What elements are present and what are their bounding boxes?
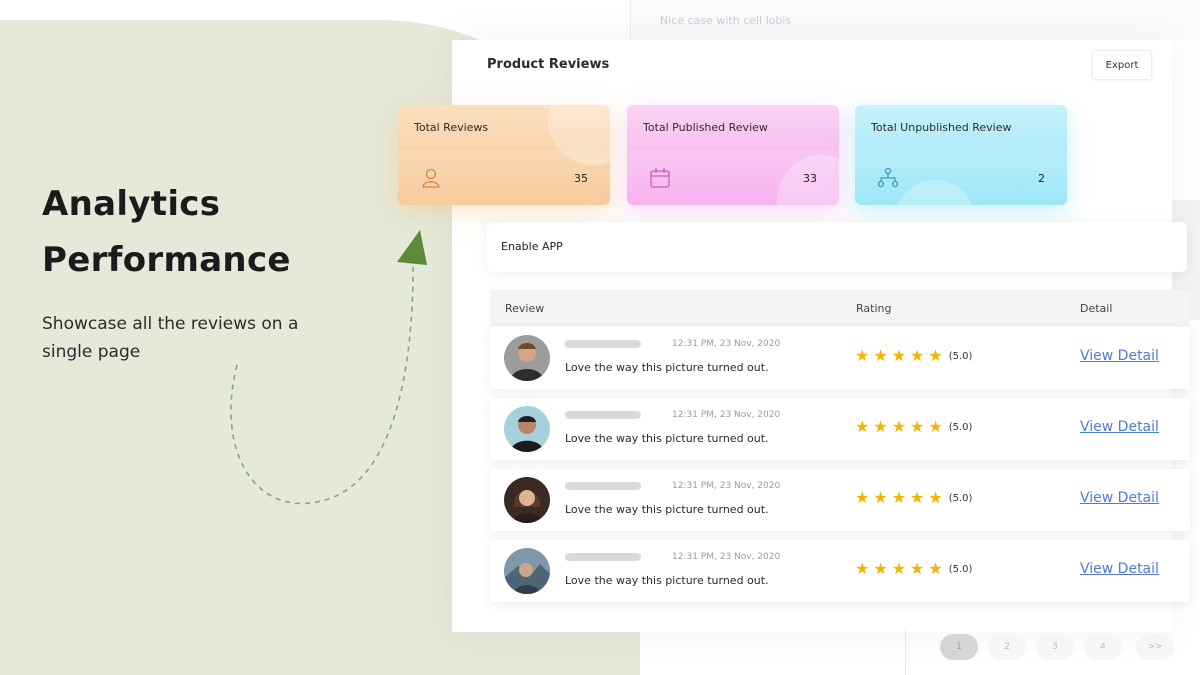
rating-stars: ★ ★ ★ ★ ★ (5.0) bbox=[855, 419, 972, 435]
page-button-next[interactable]: >> bbox=[1136, 634, 1174, 660]
rating-stars: ★ ★ ★ ★ ★ (5.0) bbox=[855, 561, 972, 577]
export-button[interactable]: Export bbox=[1092, 50, 1152, 80]
column-header-review: Review bbox=[505, 302, 545, 315]
reviewer-name-placeholder bbox=[565, 553, 641, 561]
stat-label: Total Published Review bbox=[643, 121, 768, 134]
stat-value: 33 bbox=[803, 172, 817, 185]
star-icon: ★ bbox=[910, 417, 925, 436]
table-row: 12:31 PM, 23 Nov, 2020 Love the way this… bbox=[490, 327, 1190, 389]
star-icon: ★ bbox=[855, 559, 870, 578]
stat-card-total-reviews: Total Reviews 35 bbox=[398, 105, 610, 205]
rating-stars: ★ ★ ★ ★ ★ (5.0) bbox=[855, 348, 972, 364]
review-timestamp: 12:31 PM, 23 Nov, 2020 bbox=[672, 339, 781, 349]
avatar bbox=[504, 406, 550, 452]
view-detail-link[interactable]: View Detail bbox=[1080, 561, 1159, 577]
stat-card-unpublished: Total Unpublished Review 2 bbox=[855, 105, 1067, 205]
star-icon: ★ bbox=[855, 346, 870, 365]
reviewer-name-placeholder bbox=[565, 482, 641, 490]
review-timestamp: 12:31 PM, 23 Nov, 2020 bbox=[672, 410, 781, 420]
star-icon: ★ bbox=[891, 488, 907, 507]
star-icon: ★ bbox=[928, 488, 943, 507]
star-icon: ★ bbox=[910, 488, 925, 507]
review-comment: Love the way this picture turned out. bbox=[565, 361, 769, 374]
page-button-3[interactable]: 3 bbox=[1036, 634, 1074, 660]
rating-value: (5.0) bbox=[948, 350, 973, 362]
avatar bbox=[504, 477, 550, 523]
star-icon: ★ bbox=[928, 417, 943, 436]
network-icon bbox=[877, 167, 899, 188]
star-icon: ★ bbox=[873, 488, 888, 507]
rating-stars: ★ ★ ★ ★ ★ (5.0) bbox=[855, 490, 972, 506]
stat-value: 2 bbox=[1038, 172, 1045, 185]
avatar bbox=[504, 548, 550, 594]
star-icon: ★ bbox=[910, 346, 925, 365]
pagination-divider bbox=[905, 630, 906, 675]
review-comment: Love the way this picture turned out. bbox=[565, 503, 769, 516]
reviewer-name-placeholder bbox=[565, 411, 641, 419]
rating-value: (5.0) bbox=[948, 421, 973, 433]
view-detail-link[interactable]: View Detail bbox=[1080, 490, 1159, 506]
avatar bbox=[504, 335, 550, 381]
table-row: 12:31 PM, 23 Nov, 2020 Love the way this… bbox=[490, 398, 1190, 460]
stat-label: Total Unpublished Review bbox=[871, 121, 1012, 134]
enable-app-label: Enable APP bbox=[501, 240, 563, 253]
calendar-icon bbox=[650, 168, 670, 188]
star-icon: ★ bbox=[873, 559, 888, 578]
user-icon bbox=[422, 168, 440, 188]
column-header-detail: Detail bbox=[1080, 302, 1113, 315]
reviewer-name-placeholder bbox=[565, 340, 641, 348]
star-icon: ★ bbox=[855, 488, 870, 507]
star-icon: ★ bbox=[855, 417, 870, 436]
table-row: 12:31 PM, 23 Nov, 2020 Love the way this… bbox=[490, 540, 1190, 602]
star-icon: ★ bbox=[891, 417, 907, 436]
rating-value: (5.0) bbox=[948, 492, 973, 504]
star-icon: ★ bbox=[928, 559, 943, 578]
star-icon: ★ bbox=[873, 346, 888, 365]
star-icon: ★ bbox=[891, 346, 907, 365]
stat-card-published: Total Published Review 33 bbox=[627, 105, 839, 205]
star-icon: ★ bbox=[928, 346, 943, 365]
star-icon: ★ bbox=[873, 417, 888, 436]
page-button-4[interactable]: 4 bbox=[1084, 634, 1122, 660]
review-timestamp: 12:31 PM, 23 Nov, 2020 bbox=[672, 552, 781, 562]
review-comment: Love the way this picture turned out. bbox=[565, 432, 769, 445]
background-panel-text: Nice case with cell lobis bbox=[660, 14, 792, 27]
page-title: Product Reviews bbox=[487, 57, 610, 72]
view-detail-link[interactable]: View Detail bbox=[1080, 419, 1159, 435]
dashed-arrow-icon bbox=[230, 230, 427, 505]
table-row: 12:31 PM, 23 Nov, 2020 Love the way this… bbox=[490, 469, 1190, 531]
stat-label: Total Reviews bbox=[414, 121, 489, 134]
view-detail-link[interactable]: View Detail bbox=[1080, 348, 1159, 364]
star-icon: ★ bbox=[891, 559, 907, 578]
column-header-rating: Rating bbox=[856, 302, 892, 315]
enable-app-row[interactable]: Enable APP bbox=[487, 222, 1187, 272]
page-button-2[interactable]: 2 bbox=[988, 634, 1026, 660]
rating-value: (5.0) bbox=[948, 563, 973, 575]
stat-value: 35 bbox=[574, 172, 588, 185]
review-comment: Love the way this picture turned out. bbox=[565, 574, 769, 587]
reviews-table-header: Review Rating Detail bbox=[490, 290, 1190, 326]
page-button-1[interactable]: 1 bbox=[940, 634, 978, 660]
review-timestamp: 12:31 PM, 23 Nov, 2020 bbox=[672, 481, 781, 491]
star-icon: ★ bbox=[910, 559, 925, 578]
